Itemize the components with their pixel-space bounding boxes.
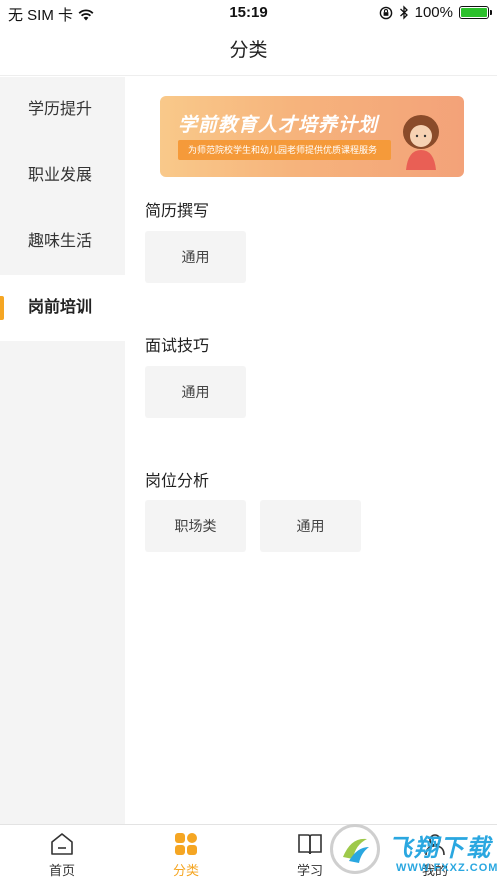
status-bar: 无 SIM 卡 15:19 100% bbox=[0, 0, 497, 26]
sidebar-item-lifestyle[interactable]: 趣味生活 bbox=[0, 209, 125, 275]
watermark-logo-icon bbox=[330, 824, 380, 874]
category-content: 学前教育人才培养计划 为师范院校学生和幼儿园老师提供优质课程服务 简历撰写 通用… bbox=[125, 77, 497, 824]
tab-label: 分类 bbox=[172, 863, 199, 878]
tag-resume-general[interactable]: 通用 bbox=[145, 231, 246, 283]
tag-job-analysis-general[interactable]: 通用 bbox=[260, 500, 361, 552]
tab-category[interactable]: 分类 bbox=[151, 831, 221, 879]
section-title-interview: 面试技巧 bbox=[145, 338, 210, 355]
tab-label: 学习 bbox=[296, 863, 323, 878]
orientation-lock-icon bbox=[379, 6, 392, 19]
battery-icon bbox=[459, 6, 492, 19]
status-right: 100% bbox=[379, 4, 492, 21]
sidebar-item-label: 趣味生活 bbox=[28, 233, 93, 250]
section-title-resume: 简历撰写 bbox=[145, 203, 210, 220]
banner-subtitle: 为师范院校学生和幼儿园老师提供优质课程服务 bbox=[178, 140, 392, 160]
sidebar-item-label: 学历提升 bbox=[28, 101, 93, 118]
girl-illustration-icon bbox=[403, 115, 439, 170]
battery-fill bbox=[461, 8, 487, 17]
banner-title: 学前教育人才培养计划 bbox=[178, 115, 379, 136]
swoosh-icon bbox=[343, 838, 369, 863]
tag-job-analysis-workplace[interactable]: 职场类 bbox=[145, 500, 246, 552]
sidebar-item-label: 岗前培训 bbox=[28, 299, 93, 316]
battery-percent: 100% bbox=[414, 4, 453, 21]
tab-home[interactable]: 首页 bbox=[27, 831, 97, 879]
tab-label: 首页 bbox=[48, 863, 75, 878]
bluetooth-icon bbox=[399, 5, 408, 20]
watermark-url: WWW.FXXZ.COM bbox=[396, 862, 497, 874]
page-title: 分类 bbox=[229, 40, 268, 61]
category-icon bbox=[175, 833, 197, 855]
active-indicator bbox=[0, 296, 4, 320]
promo-banner[interactable]: 学前教育人才培养计划 为师范院校学生和幼儿园老师提供优质课程服务 bbox=[160, 96, 464, 177]
sidebar-item-pre-job-training[interactable]: 岗前培训 bbox=[0, 275, 125, 341]
book-icon bbox=[298, 834, 322, 855]
watermark: 飞翔下载 WWW.FXXZ.COM bbox=[330, 822, 497, 883]
home-icon bbox=[51, 833, 73, 855]
sidebar-item-career[interactable]: 职业发展 bbox=[0, 143, 125, 209]
section-title-job-analysis: 岗位分析 bbox=[145, 473, 210, 490]
category-sidebar: 学历提升 职业发展 趣味生活 岗前培训 bbox=[0, 77, 125, 824]
watermark-text: 飞翔下载 bbox=[388, 835, 492, 862]
nav-bar: 分类 bbox=[0, 26, 497, 76]
sidebar-item-education[interactable]: 学历提升 bbox=[0, 77, 125, 143]
sidebar-item-label: 职业发展 bbox=[28, 167, 93, 184]
tag-interview-general[interactable]: 通用 bbox=[145, 366, 246, 418]
